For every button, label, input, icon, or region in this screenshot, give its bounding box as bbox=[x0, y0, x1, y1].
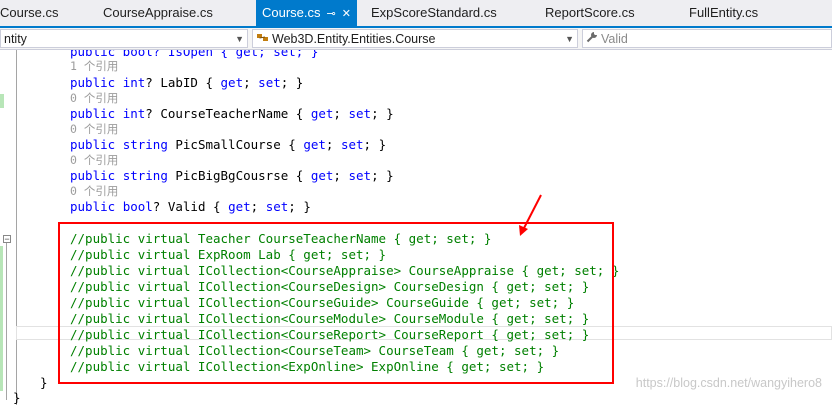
pin-icon[interactable]: ⊸ bbox=[327, 8, 336, 20]
document-tab-bar: Course.cs CourseAppraise.cs Course.cs ⊸ ✕ … bbox=[0, 0, 832, 28]
project-dropdown-label: ntity bbox=[4, 32, 27, 46]
chevron-down-icon: ▼ bbox=[235, 34, 244, 44]
gutter-guide-outer bbox=[6, 240, 7, 400]
code-line: public int? CourseTeacherName { get; set… bbox=[70, 106, 394, 121]
change-marker bbox=[0, 94, 4, 108]
change-marker bbox=[0, 246, 3, 391]
watermark: https://blog.csdn.net/wangyihero8 bbox=[635, 376, 822, 390]
close-icon[interactable]: ✕ bbox=[342, 8, 351, 20]
wrench-icon bbox=[586, 30, 598, 49]
tab-reportscore[interactable]: ReportScore.cs bbox=[545, 0, 635, 26]
tab-label: ReportScore.cs bbox=[545, 5, 635, 20]
tab-courseappraise[interactable]: CourseAppraise.cs bbox=[103, 0, 213, 26]
arrow-icon bbox=[519, 194, 542, 236]
closing-brace: } bbox=[13, 390, 21, 405]
code-text: public bool? IsOpen { get; set; } bbox=[70, 50, 319, 59]
reference-count[interactable]: 1 个引用 bbox=[70, 59, 118, 75]
code-line: public string PicBigBgCousrse { get; set… bbox=[70, 168, 394, 183]
tab-label: Course.cs bbox=[262, 5, 321, 20]
navigation-bar: ntity ▼ Web3D.Entity.Entities.Course ▼ Val… bbox=[0, 28, 832, 50]
tab-label: ExpScoreStandard.cs bbox=[371, 5, 497, 20]
reference-count[interactable]: 0 个引用 bbox=[70, 153, 118, 169]
gutter-guide bbox=[16, 50, 17, 405]
tab-expscorestandard[interactable]: ExpScoreStandard.cs bbox=[371, 0, 497, 26]
tab-label: FullEntity.cs bbox=[689, 5, 759, 20]
type-dropdown[interactable]: Web3D.Entity.Entities.Course ▼ bbox=[252, 29, 578, 48]
closing-brace: } bbox=[40, 375, 48, 390]
code-line: public string PicSmallCourse { get; set;… bbox=[70, 137, 387, 152]
highlight-box bbox=[58, 222, 614, 384]
tab-course-active[interactable]: Course.cs ⊸ ✕ bbox=[256, 0, 357, 26]
reference-count[interactable]: 0 个引用 bbox=[70, 91, 118, 107]
reference-count[interactable]: 0 个引用 bbox=[70, 184, 118, 200]
reference-count[interactable]: 0 个引用 bbox=[70, 122, 118, 138]
collapse-icon[interactable]: − bbox=[3, 235, 11, 244]
code-line: public bool? Valid { get; set; } bbox=[70, 199, 311, 214]
member-dropdown[interactable]: Valid bbox=[582, 29, 832, 48]
class-icon bbox=[256, 30, 269, 49]
chevron-down-icon: ▼ bbox=[565, 34, 574, 44]
tab-label: CourseAppraise.cs bbox=[103, 5, 213, 20]
member-dropdown-label: Valid bbox=[601, 32, 628, 46]
tab-label: Course.cs bbox=[0, 5, 59, 20]
type-dropdown-label: Web3D.Entity.Entities.Course bbox=[272, 32, 436, 46]
tab-course-1[interactable]: Course.cs bbox=[0, 0, 59, 26]
project-dropdown[interactable]: ntity ▼ bbox=[0, 29, 248, 48]
tab-fullentity[interactable]: FullEntity.cs bbox=[689, 0, 758, 26]
code-line: public int? LabID { get; set; } bbox=[70, 75, 304, 90]
